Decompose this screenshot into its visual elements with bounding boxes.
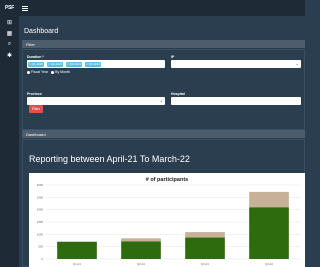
y-tick-label: 1500: [37, 220, 44, 224]
bar-segment: [185, 237, 225, 259]
bar-segment: [57, 241, 97, 259]
period-radio-group[interactable]: Fiscal Year By Month: [27, 70, 70, 74]
duration-chip[interactable]: × Q1-2021: [28, 61, 45, 67]
x-tick-label: Q3-21: [201, 262, 209, 266]
duration-chip[interactable]: × Q3-2021: [66, 61, 83, 67]
top-bar: PSF: [0, 0, 305, 16]
dashboard-panel-header: Dashboard: [22, 130, 305, 138]
filter-button[interactable]: Filter: [29, 105, 43, 113]
participants-chart: # of participants 0 500 1000 1500 2000 2500 300…: [29, 173, 305, 267]
filter-panel: Duration * × Q1-2021 × Q2-2021 × Q3-2021…: [22, 49, 305, 130]
search-icon[interactable]: ⌕: [0, 39, 19, 49]
chevron-down-icon: ⌄: [159, 98, 163, 103]
chart-svg: # of participants 0 500 1000 1500 2000 2500 300…: [37, 177, 301, 266]
page-title: Dashboard: [24, 28, 59, 35]
y-tick-label: 2000: [37, 208, 44, 212]
province-select[interactable]: ⌄: [27, 97, 165, 105]
hospital-label: Hospital: [171, 92, 185, 96]
province-label: Province: [27, 92, 42, 96]
bar-segment: [121, 241, 161, 259]
duration-label: Duration *: [27, 55, 44, 59]
filter-panel-header: Filter: [22, 40, 305, 48]
hamburger-menu-icon[interactable]: [22, 5, 28, 11]
x-tick-label: Q2-21: [137, 262, 145, 266]
main-content: Dashboard Filter Duration * × Q1-2021 × …: [19, 16, 305, 267]
dashboard-icon[interactable]: ⊞: [0, 17, 19, 27]
radio-fiscal-icon[interactable]: [27, 70, 30, 74]
y-tick-label: 500: [38, 245, 43, 249]
app-logo: PSF: [4, 5, 15, 11]
bar-segment: [249, 207, 289, 259]
y-tick-label: 2500: [37, 195, 44, 199]
ip-select[interactable]: ⌄: [171, 60, 301, 68]
duration-select[interactable]: × Q1-2021 × Q2-2021 × Q3-2021 × Q4-2021: [27, 60, 165, 68]
y-tick-label: 1000: [37, 232, 44, 236]
bar-segment: [121, 238, 161, 242]
radio-month-icon[interactable]: [51, 70, 55, 74]
duration-chip[interactable]: × Q2-2021: [47, 61, 64, 67]
grid-icon[interactable]: ▦: [0, 28, 19, 38]
bar-segment: [249, 191, 289, 208]
chart-title: # of participants: [146, 177, 188, 183]
x-tick-label: Q1-21: [73, 262, 81, 266]
bar-segment: [185, 232, 225, 238]
x-tick-label: Q4-22: [265, 262, 273, 266]
ip-label: IP: [171, 55, 175, 59]
chevron-down-icon: ⌄: [295, 61, 299, 66]
reporting-title: Reporting between April-21 To March-22: [29, 154, 190, 164]
hospital-select[interactable]: [171, 97, 301, 105]
y-tick-label: 3000: [37, 183, 44, 187]
duration-chip[interactable]: × Q4-2021: [85, 61, 102, 67]
y-tick-label: 0: [41, 257, 43, 261]
sidebar: ⊞ ▦ ⌕ ✱: [0, 16, 19, 267]
settings-icon[interactable]: ✱: [0, 50, 19, 60]
